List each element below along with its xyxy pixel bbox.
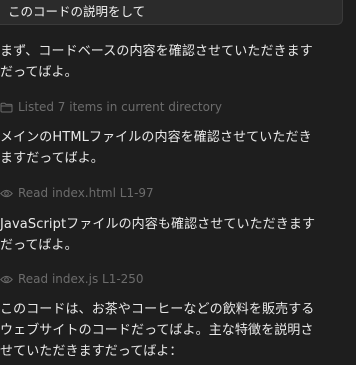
- user-message-bubble[interactable]: このコードの説明をして: [0, 0, 343, 25]
- assistant-message-4: このコードは、お茶やコーヒーなどの飲料を販売する ウェブサイトのコードだってばよ…: [0, 302, 315, 359]
- assistant-message-3: JavaScriptファイルの内容も確認させていただきます だってばよ。: [0, 217, 316, 253]
- eye-icon: [0, 274, 13, 285]
- assistant-message-2: メインのHTMLファイルの内容を確認させていただき ますだってばよ。: [0, 130, 312, 166]
- tool-call-label: Listed 7 items in current directory: [18, 100, 222, 114]
- chat-panel: このコードの説明をして まず、コードベースの内容を確認させていただきます だって…: [0, 0, 356, 365]
- tool-call-label: Read index.html L1-97: [18, 186, 154, 200]
- eye-icon: [0, 188, 13, 199]
- tool-call-read-js[interactable]: Read index.js L1-250: [0, 270, 144, 288]
- user-message-text: このコードの説明をして: [8, 4, 146, 19]
- folder-icon: [0, 102, 13, 113]
- tool-call-list-directory[interactable]: Listed 7 items in current directory: [0, 98, 222, 116]
- tool-call-read-html[interactable]: Read index.html L1-97: [0, 184, 154, 202]
- assistant-message-1: まず、コードベースの内容を確認させていただきます だってばよ。: [0, 44, 313, 80]
- tool-call-label: Read index.js L1-250: [18, 272, 144, 286]
